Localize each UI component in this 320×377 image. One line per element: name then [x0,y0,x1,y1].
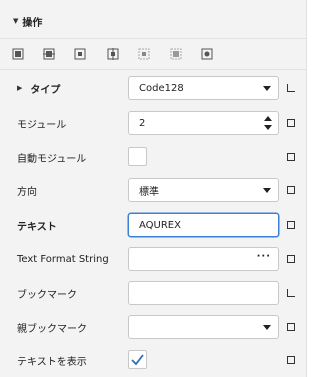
dropdown-value: 標準 [139,186,159,198]
reset-default-icon[interactable] [287,186,295,194]
property-label: Text Format String [17,253,109,265]
property-row-text-format-string: Text Format String ··· [0,242,306,276]
alignment-toolbar [0,38,306,70]
center-icon[interactable] [201,48,213,60]
scrollbar[interactable] [306,0,312,377]
bookmark-input[interactable] [128,281,279,305]
text-input[interactable]: AQUREX [128,213,279,237]
chevron-down-icon[interactable] [263,325,271,330]
reset-default-icon[interactable] [287,323,295,331]
properties-panel: ▼ 操作 ▶ タイプ Code128 モジュール 2 自動モジュール 方向 標準… [0,0,306,377]
align-right-icon[interactable] [107,48,119,60]
section-header-actions[interactable]: ▼ 操作 [0,7,306,35]
property-label: 自動モジュール [17,153,87,165]
ellipsis-button[interactable]: ··· [257,251,271,262]
spinner-value: 2 [139,117,146,129]
auto-module-checkbox[interactable] [128,147,147,166]
show-text-checkbox[interactable] [128,350,147,369]
reset-default-icon[interactable] [287,255,295,263]
property-label: ブックマーク [17,289,77,301]
dropdown-value: Code128 [139,82,184,94]
property-row-parent-bookmark: 親ブックマーク [0,310,306,344]
property-row-show-text: テキストを表示 [0,343,306,377]
checkmark-icon [131,354,144,366]
align-middle-icon[interactable] [74,48,86,60]
parent-bookmark-dropdown[interactable] [128,315,279,339]
text-input-value: AQUREX [139,219,181,231]
reset-default-icon[interactable] [287,119,295,127]
property-label: テキストを表示 [17,356,87,368]
reset-default-icon[interactable] [287,221,295,229]
property-label: テキスト [17,221,57,233]
property-label: モジュール [17,119,67,131]
property-label: 方向 [17,186,37,198]
property-label: 親ブックマーク [17,323,87,335]
spinner-arrows-icon[interactable] [264,115,272,131]
reset-default-icon[interactable] [287,153,295,161]
reset-default-icon[interactable] [287,84,295,92]
property-label: ▶ タイプ [17,84,61,96]
orientation-dropdown[interactable]: 標準 [128,178,279,202]
reset-default-icon[interactable] [287,289,295,297]
type-dropdown[interactable]: Code128 [128,76,279,100]
property-row-type: ▶ タイプ Code128 [0,71,306,105]
text-format-string-input[interactable]: ··· [128,247,279,271]
chevron-down-icon[interactable] [263,86,271,91]
reset-default-icon[interactable] [287,356,295,364]
chevron-down-icon[interactable] [263,188,271,193]
property-row-bookmark: ブックマーク [0,276,306,310]
distribute-vertical-icon[interactable] [170,48,182,60]
property-row-text: テキスト AQUREX [0,208,306,242]
property-row-orientation: 方向 標準 [0,173,306,207]
align-left-icon[interactable] [12,48,24,60]
property-row-auto-module: 自動モジュール [0,140,306,174]
module-spinner[interactable]: 2 [128,111,279,135]
property-row-module: モジュール 2 [0,106,306,140]
section-title: 操作 [22,17,43,29]
expand-triangle-icon[interactable]: ▶ [17,84,22,92]
distribute-horizontal-icon[interactable] [138,48,150,60]
collapse-triangle-icon[interactable]: ▼ [13,17,18,25]
align-center-icon[interactable] [43,48,55,60]
